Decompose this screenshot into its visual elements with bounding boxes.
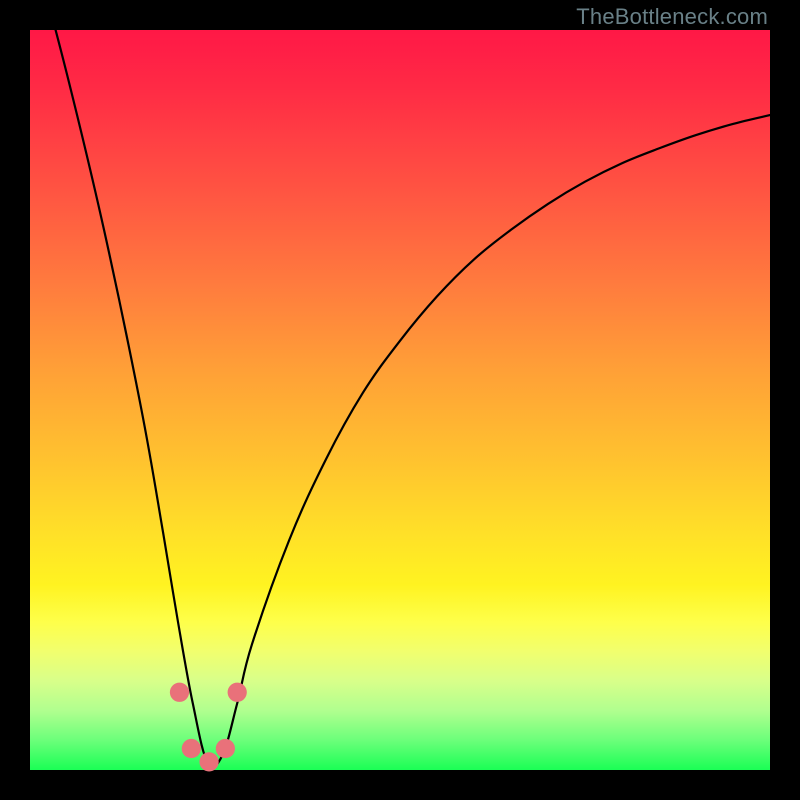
curve-marker (216, 739, 235, 758)
curve-marker (182, 739, 201, 758)
marker-group (170, 683, 247, 772)
plot-area (30, 30, 770, 770)
curve-marker (228, 683, 247, 702)
bottleneck-curve (30, 0, 770, 767)
curve-marker (170, 683, 189, 702)
curve-marker (199, 752, 218, 771)
curve-svg (30, 30, 770, 770)
chart-frame: TheBottleneck.com (0, 0, 800, 800)
watermark-text: TheBottleneck.com (576, 4, 768, 30)
